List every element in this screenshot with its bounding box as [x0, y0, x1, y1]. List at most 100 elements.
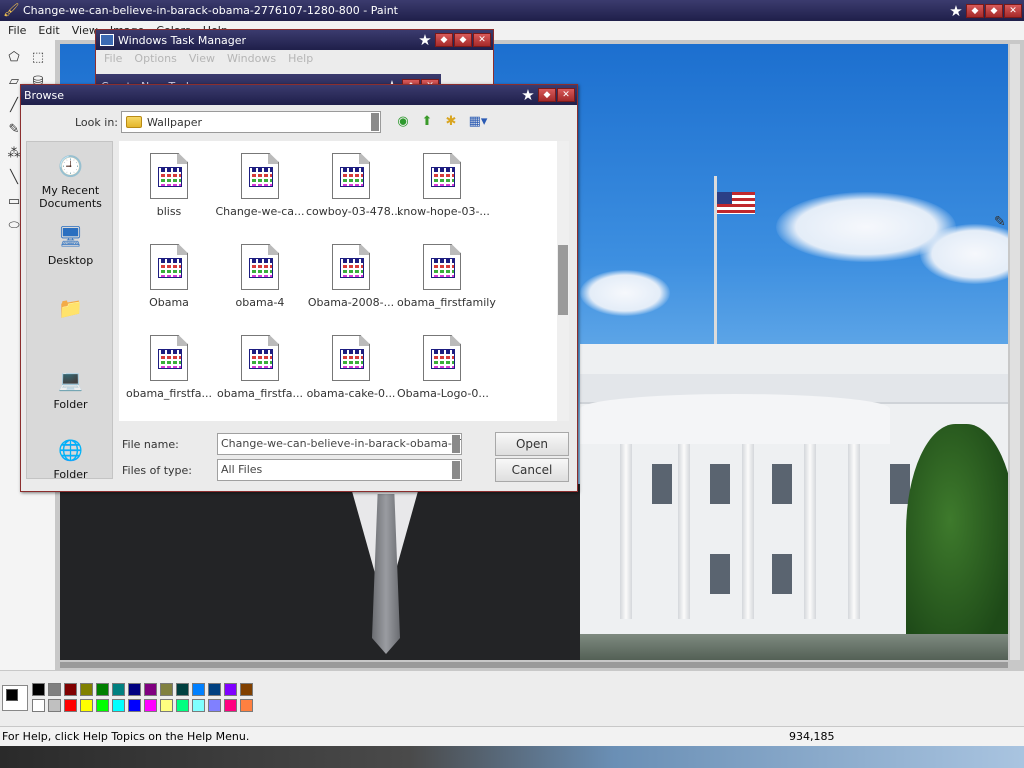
- file-type-select[interactable]: All Files: [217, 459, 462, 481]
- tm-menu-help[interactable]: Help: [282, 52, 319, 65]
- tm-menu-windows[interactable]: Windows: [221, 52, 282, 65]
- minimize-button[interactable]: ◆: [966, 3, 984, 18]
- color-swatch[interactable]: [48, 699, 61, 712]
- color-swatch[interactable]: [128, 683, 141, 696]
- rect-select-icon[interactable]: ⬚: [28, 48, 48, 68]
- color-swatch[interactable]: [32, 699, 45, 712]
- star-icon[interactable]: ★: [416, 32, 434, 48]
- star-icon[interactable]: ★: [947, 3, 965, 19]
- color-swatch[interactable]: [96, 699, 109, 712]
- maximize-button[interactable]: ◆: [454, 33, 472, 47]
- color-swatch[interactable]: [112, 699, 125, 712]
- color-swatch[interactable]: [208, 699, 221, 712]
- color-swatch[interactable]: [224, 683, 237, 696]
- new-folder-icon[interactable]: ✱: [441, 113, 461, 131]
- file-list[interactable]: bliss Change-we-ca... cowboy-03-478... know…: [119, 141, 569, 421]
- horizontal-scrollbar[interactable]: [60, 662, 1008, 668]
- browse-dialog[interactable]: Browse ★ ◆ ✕ Look in: Wallpaper ◉ ⬆ ✱ ▦▾…: [20, 84, 578, 492]
- file-item[interactable]: obama_firstfa...: [124, 335, 214, 400]
- paint-titlebar[interactable]: 🖌 Change-we-can-believe-in-barack-obama-…: [0, 0, 1024, 21]
- tm-menu-options[interactable]: Options: [128, 52, 182, 65]
- image-file-icon: [150, 244, 188, 290]
- help-button[interactable]: ◆: [538, 88, 556, 102]
- look-in-dropdown[interactable]: Wallpaper: [121, 111, 381, 133]
- place-user-documents[interactable]: 📁: [27, 292, 114, 326]
- file-item[interactable]: obama_firstfamily: [397, 244, 496, 309]
- task-manager-title: Windows Task Manager: [118, 33, 247, 47]
- dropdown-arrow-icon[interactable]: [452, 461, 460, 479]
- us-flag: [717, 192, 755, 214]
- color-swatch[interactable]: [240, 699, 253, 712]
- look-in-label: Look in:: [75, 116, 118, 129]
- file-item[interactable]: Obama-2008-...: [306, 244, 396, 309]
- task-manager-titlebar[interactable]: Windows Task Manager ★ ◆ ◆ ✕: [96, 30, 493, 50]
- color-swatch[interactable]: [112, 683, 125, 696]
- color-swatch[interactable]: [96, 683, 109, 696]
- color-swatch[interactable]: [32, 683, 45, 696]
- folder-icon: [126, 116, 142, 128]
- minimize-button[interactable]: ◆: [435, 33, 453, 47]
- place-desktop[interactable]: 🖥 Desktop: [27, 220, 114, 268]
- image-file-icon: [241, 244, 279, 290]
- color-swatch[interactable]: [64, 683, 77, 696]
- browse-titlebar[interactable]: Browse ★ ◆ ✕: [21, 85, 577, 105]
- open-button[interactable]: Open: [495, 432, 569, 456]
- color-swatch[interactable]: [208, 683, 221, 696]
- color-swatch[interactable]: [176, 699, 189, 712]
- color-swatch[interactable]: [144, 683, 157, 696]
- file-item[interactable]: obama-4: [215, 244, 305, 309]
- image-file-icon: [332, 335, 370, 381]
- image-file-icon: [332, 244, 370, 290]
- free-select-icon[interactable]: ⬠: [4, 48, 24, 68]
- vertical-scrollbar[interactable]: [1010, 44, 1020, 660]
- place-folder-computer[interactable]: 💻 Folder: [27, 364, 114, 412]
- color-swatch[interactable]: [192, 699, 205, 712]
- close-button[interactable]: ✕: [473, 33, 491, 47]
- cancel-button[interactable]: Cancel: [495, 458, 569, 482]
- back-icon[interactable]: ◉: [393, 113, 413, 131]
- file-item[interactable]: obama-cake-0...: [306, 335, 396, 400]
- color-swatch[interactable]: [144, 699, 157, 712]
- dropdown-arrow-icon[interactable]: [452, 435, 460, 453]
- file-name: obama-cake-0...: [306, 387, 396, 400]
- color-swatch[interactable]: [176, 683, 189, 696]
- menu-file[interactable]: File: [2, 24, 32, 37]
- file-name: obama_firstfa...: [216, 387, 303, 400]
- menu-edit[interactable]: Edit: [32, 24, 65, 37]
- file-name: know-hope-03-...: [397, 205, 490, 218]
- dropdown-arrow-icon[interactable]: [371, 113, 379, 131]
- close-button[interactable]: ✕: [557, 88, 575, 102]
- file-item[interactable]: Obama: [124, 244, 214, 309]
- color-swatch[interactable]: [160, 683, 173, 696]
- tm-menu-view[interactable]: View: [183, 52, 221, 65]
- current-colors[interactable]: [2, 685, 28, 711]
- file-item[interactable]: know-hope-03-...: [397, 153, 490, 218]
- color-swatch[interactable]: [80, 699, 93, 712]
- tm-menu-file[interactable]: File: [98, 52, 128, 65]
- star-icon[interactable]: ★: [519, 87, 537, 103]
- place-recent-documents[interactable]: 🕘 My Recent Documents: [27, 150, 114, 211]
- color-swatch[interactable]: [128, 699, 141, 712]
- color-swatch[interactable]: [80, 683, 93, 696]
- file-item[interactable]: obama_firstfa...: [215, 335, 305, 400]
- up-folder-icon[interactable]: ⬆: [417, 113, 437, 131]
- computer-icon: 💻: [58, 367, 83, 392]
- color-swatch[interactable]: [160, 699, 173, 712]
- desktop-background-strip: [0, 746, 1024, 768]
- close-button[interactable]: ✕: [1004, 3, 1022, 18]
- file-name-input[interactable]: Change-we-can-believe-in-barack-obama-27…: [217, 433, 462, 455]
- color-swatch[interactable]: [64, 699, 77, 712]
- maximize-button[interactable]: ◆: [985, 3, 1003, 18]
- file-item[interactable]: Obama-Logo-0...: [397, 335, 489, 400]
- file-name: Obama: [149, 296, 189, 309]
- file-item[interactable]: Change-we-ca...: [215, 153, 305, 218]
- file-item[interactable]: bliss: [124, 153, 214, 218]
- color-swatch[interactable]: [48, 683, 61, 696]
- file-item[interactable]: cowboy-03-478...: [306, 153, 401, 218]
- color-swatch[interactable]: [240, 683, 253, 696]
- color-swatch[interactable]: [192, 683, 205, 696]
- place-folder-network[interactable]: 🌐 Folder: [27, 434, 114, 482]
- color-swatch[interactable]: [224, 699, 237, 712]
- file-list-scroll-thumb[interactable]: [558, 245, 568, 315]
- view-menu-icon[interactable]: ▦▾: [465, 113, 491, 131]
